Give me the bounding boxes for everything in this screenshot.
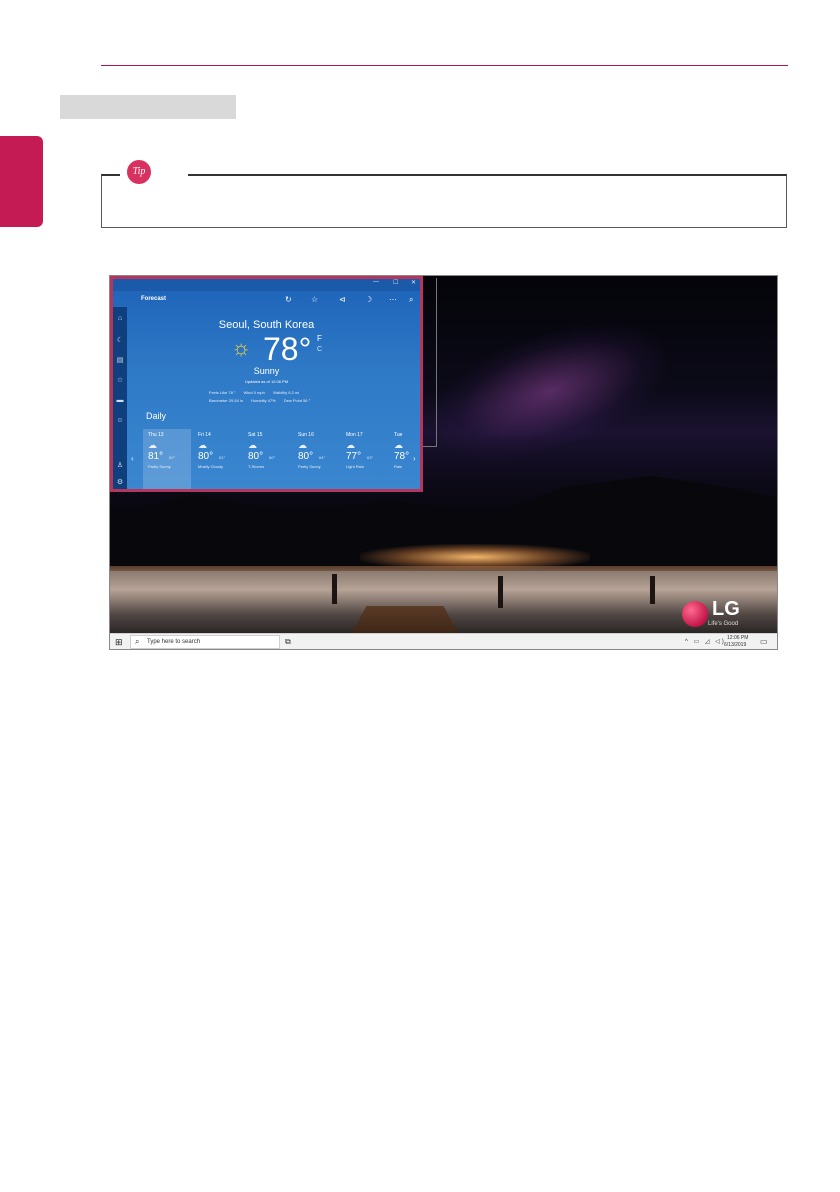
wind: Wind 0 mph (243, 390, 265, 395)
windows-start-icon[interactable]: ⊞ (115, 637, 123, 648)
chapter-side-tab (0, 136, 43, 227)
dock-post (498, 576, 503, 608)
lg-brand-name: LG (712, 598, 740, 620)
favorite-icon[interactable]: ☆ (311, 295, 318, 304)
humidity: Humidity 47% (251, 398, 276, 403)
maximize-button[interactable]: ☐ (393, 279, 398, 286)
milky-way (418, 301, 682, 481)
clock-time[interactable]: 12:06 PM (727, 635, 748, 641)
weather-nav-rail: ⌂ ☾ ▤ ☆ ▬ ☺ ♙ ⚙ (113, 307, 127, 489)
location-name: Seoul, South Korea (218, 319, 315, 331)
places-icon[interactable]: ▬ (116, 397, 124, 405)
minimize-button[interactable]: — (373, 279, 379, 285)
clock-date[interactable]: 6/13/2019 (724, 642, 746, 648)
partly-sunny-icon: ☁ (148, 440, 157, 450)
forecast-day[interactable]: Fri 14 ☁ 80° 61° Mostly Cloudy (193, 429, 241, 489)
lg-logo-icon (682, 601, 708, 627)
daily-forecast-list: Thu 13 ☁ 81° 62° Partly Sunny Fri 14 ☁ 80° 61° M… (143, 429, 423, 489)
search-icon[interactable]: ⌕ (409, 295, 413, 305)
horizon-glow (360, 544, 590, 570)
header-rule (101, 65, 788, 66)
unit-celsius[interactable]: C (317, 346, 322, 353)
prev-arrow-icon[interactable]: ‹ (131, 454, 134, 463)
forecast-day[interactable]: Mon 17 ☁ 77° 63° Light Rain (341, 429, 389, 489)
news-icon[interactable]: ☺ (116, 417, 124, 425)
account-icon[interactable]: ♙ (116, 462, 124, 470)
moon-icon[interactable]: ☽ (365, 295, 372, 304)
dock-post (650, 576, 655, 604)
weather-app-window[interactable]: — ☐ ✕ ⌂ ☾ ▤ ☆ ▬ ☺ ♙ ⚙ Forecast ↻ ☆ ⊲ ☽ ⋯… (110, 276, 423, 492)
window-titlebar[interactable]: — ☐ ✕ (113, 279, 420, 291)
unit-fahrenheit[interactable]: F (317, 334, 322, 343)
visibility: Visibility 6.2 mi (272, 390, 300, 395)
search-icon: ⌕ (135, 637, 140, 646)
feels-like: Feels Like 78 ° (209, 390, 236, 395)
barometer: Barometer 29.84 in (209, 398, 244, 403)
pin-icon[interactable]: ⊲ (339, 295, 346, 304)
partly-sunny-icon: ☁ (298, 440, 307, 450)
maps-icon[interactable]: ▤ (116, 357, 124, 365)
lg-tagline: Life's Good (708, 621, 739, 627)
dock-post (332, 574, 337, 604)
tip-icon: Tip (127, 160, 151, 184)
cloudy-icon: ☁ (198, 440, 207, 450)
forecast-title: Forecast (141, 296, 167, 302)
current-temperature: 78° (263, 331, 312, 367)
system-tray-icons[interactable]: ^ ▭ ◿ ◁) (685, 638, 726, 645)
rain-icon: ☁ (394, 440, 403, 450)
tip-box (101, 174, 787, 228)
weather-details: Feels Like 78 ° Wind 0 mph Visibility 6.2 … (209, 389, 318, 405)
current-condition: Sunny (253, 366, 280, 376)
forecast-day[interactable]: Sun 16 ☁ 80° 64° Partly Sunny (293, 429, 341, 489)
sunny-icon: ☼ (231, 335, 252, 360)
taskbar-search-box[interactable]: ⌕ Type here to search (130, 635, 280, 649)
section-heading-bar (60, 95, 236, 119)
search-placeholder: Type here to search (147, 639, 201, 645)
desktop-screenshot: LG Life's Good — ☐ ✕ ⌂ ☾ ▤ ☆ ▬ ☺ ♙ ⚙ For… (109, 275, 778, 650)
daily-heading: Daily (146, 411, 167, 421)
rain-icon: ☁ (346, 440, 355, 450)
task-view-icon[interactable]: ⧉ (285, 637, 291, 647)
refresh-icon[interactable]: ↻ (285, 295, 292, 304)
forecast-day[interactable]: Tue ☁ 78° Rain (389, 429, 423, 489)
snap-outline (423, 278, 437, 447)
forecast-day[interactable]: Thu 13 ☁ 81° 62° Partly Sunny (143, 429, 191, 489)
more-icon[interactable]: ⋯ (389, 295, 397, 304)
wooden-dock (350, 606, 460, 636)
dew-point: Dew Point 56 ° (283, 398, 311, 403)
close-button[interactable]: ✕ (411, 279, 416, 286)
forecast-day[interactable]: Sat 15 ☁ 80° 60° T-Storms (243, 429, 291, 489)
forecast-icon[interactable]: ☾ (116, 337, 124, 345)
settings-icon[interactable]: ⚙ (116, 479, 124, 487)
notification-icon[interactable]: ▭ (760, 637, 768, 646)
updated-time: Updated as of 12:06 PM (244, 379, 289, 384)
storm-icon: ☁ (248, 440, 257, 450)
taskbar: ⊞ ⌕ Type here to search ⧉ ^ ▭ ◿ ◁) 12:06… (110, 633, 777, 649)
